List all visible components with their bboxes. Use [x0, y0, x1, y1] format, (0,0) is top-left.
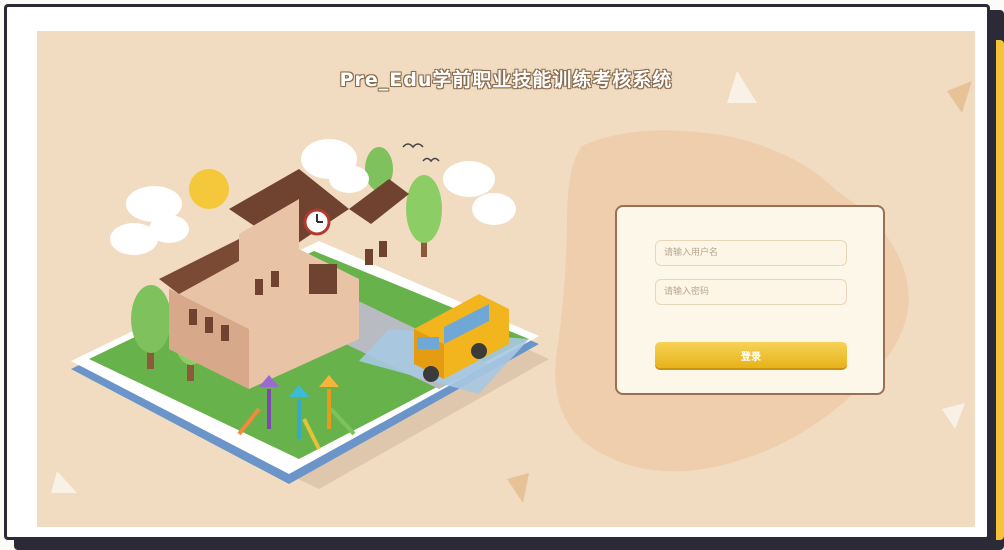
login-page: Pre_Edu学前职业技能训练考核系统 请输入用户名 登录: [37, 31, 975, 527]
bird-icon: [402, 143, 424, 149]
login-form: 登录: [615, 205, 885, 395]
school-illustration: [71, 139, 549, 489]
password-input[interactable]: [655, 279, 847, 305]
sun-icon: [189, 169, 229, 209]
page-frame: Pre_Edu学前职业技能训练考核系统 请输入用户名 登录: [4, 4, 990, 540]
username-input[interactable]: [655, 240, 847, 266]
frame-accent: [996, 40, 1004, 540]
login-button[interactable]: 登录: [655, 342, 847, 368]
app-title: Pre_Edu学前职业技能训练考核系统: [339, 69, 673, 91]
